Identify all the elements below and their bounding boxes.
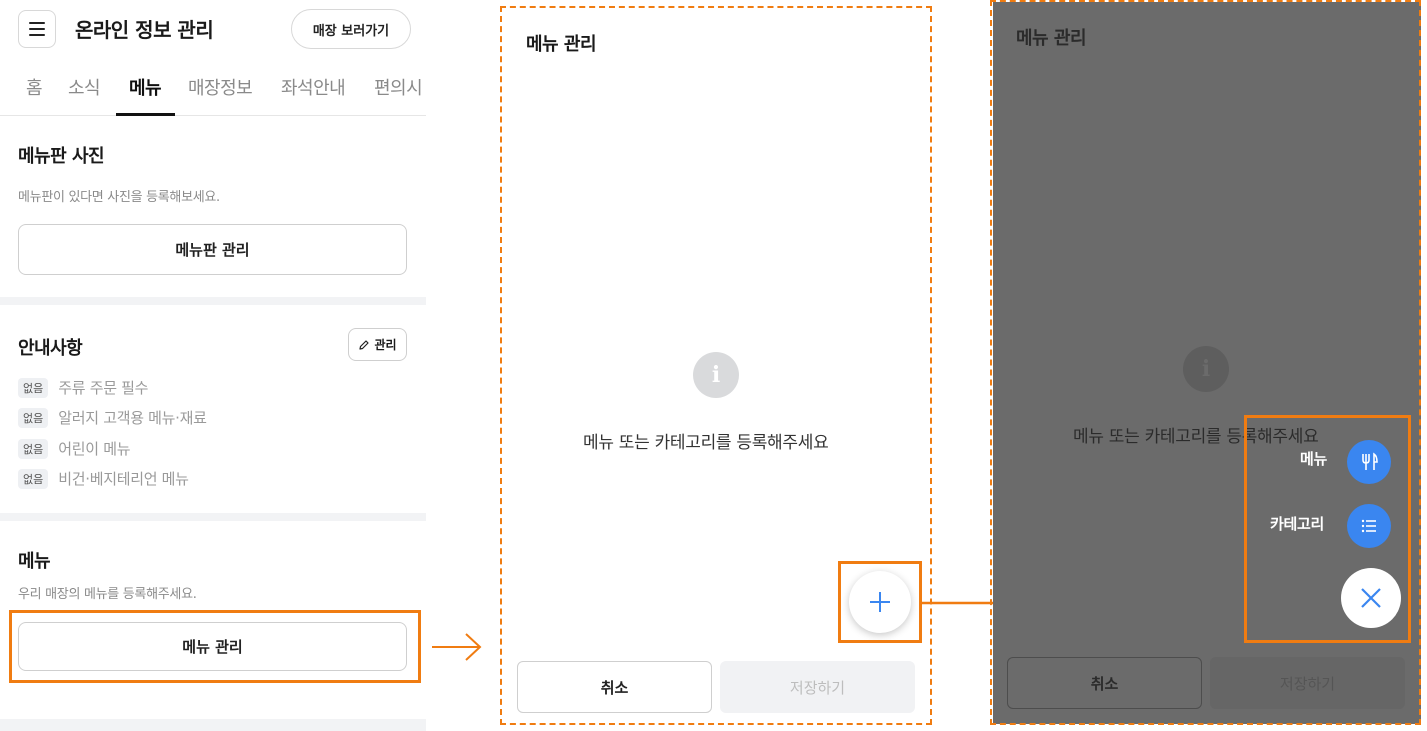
active-tab-indicator xyxy=(116,113,175,116)
notice-item: 없음 알러지 고객용 메뉴·재료 xyxy=(18,407,207,428)
notice-text: 어린이 메뉴 xyxy=(58,440,131,458)
notice-item: 없음 주류 주문 필수 xyxy=(18,377,148,398)
tab-menu[interactable]: 메뉴 xyxy=(129,74,162,100)
notice-text: 비건·베지테리언 메뉴 xyxy=(58,470,189,488)
pencil-icon xyxy=(359,339,370,350)
section-divider xyxy=(0,719,426,731)
menu-section-title: 메뉴 xyxy=(18,551,51,572)
tab-seating[interactable]: 좌석안내 xyxy=(281,74,346,100)
highlight-box xyxy=(838,561,922,643)
tab-store-info[interactable]: 매장정보 xyxy=(188,74,253,100)
notice-item: 없음 비건·베지테리언 메뉴 xyxy=(18,468,189,489)
view-store-button[interactable]: 매장 보러가기 xyxy=(291,9,411,49)
tab-amenities[interactable]: 편의시 xyxy=(374,74,423,100)
notice-text: 알러지 고객용 메뉴·재료 xyxy=(58,409,207,427)
highlight-box xyxy=(9,610,421,683)
menu-board-description: 메뉴판이 있다면 사진을 등록해보세요. xyxy=(18,190,220,205)
tab-news[interactable]: 소식 xyxy=(68,74,101,100)
section-divider xyxy=(0,297,426,305)
menu-hamburger-icon[interactable] xyxy=(18,10,56,48)
tab-home[interactable]: 홈 xyxy=(26,74,43,100)
section-divider xyxy=(0,513,426,521)
notices-edit-button[interactable]: 관리 xyxy=(348,328,407,361)
page-title: 온라인 정보 관리 xyxy=(75,18,214,42)
arrow-right-icon xyxy=(432,633,482,661)
status-badge: 없음 xyxy=(18,468,49,489)
status-badge: 없음 xyxy=(18,407,49,428)
tab-bar: 홈 소식 메뉴 매장정보 좌석안내 편의시 xyxy=(0,62,426,116)
menu-section-description: 우리 매장의 메뉴를 등록해주세요. xyxy=(18,587,197,602)
status-badge: 없음 xyxy=(18,377,49,398)
menu-board-manage-button[interactable]: 메뉴판 관리 xyxy=(18,224,407,275)
highlight-box xyxy=(1244,415,1411,643)
edit-button-label: 관리 xyxy=(374,338,397,352)
notice-text: 주류 주문 필수 xyxy=(58,379,149,397)
status-badge: 없음 xyxy=(18,438,49,459)
menu-board-title: 메뉴판 사진 xyxy=(18,146,105,167)
notice-item: 없음 어린이 메뉴 xyxy=(18,438,131,459)
notices-title: 안내사항 xyxy=(18,338,83,359)
